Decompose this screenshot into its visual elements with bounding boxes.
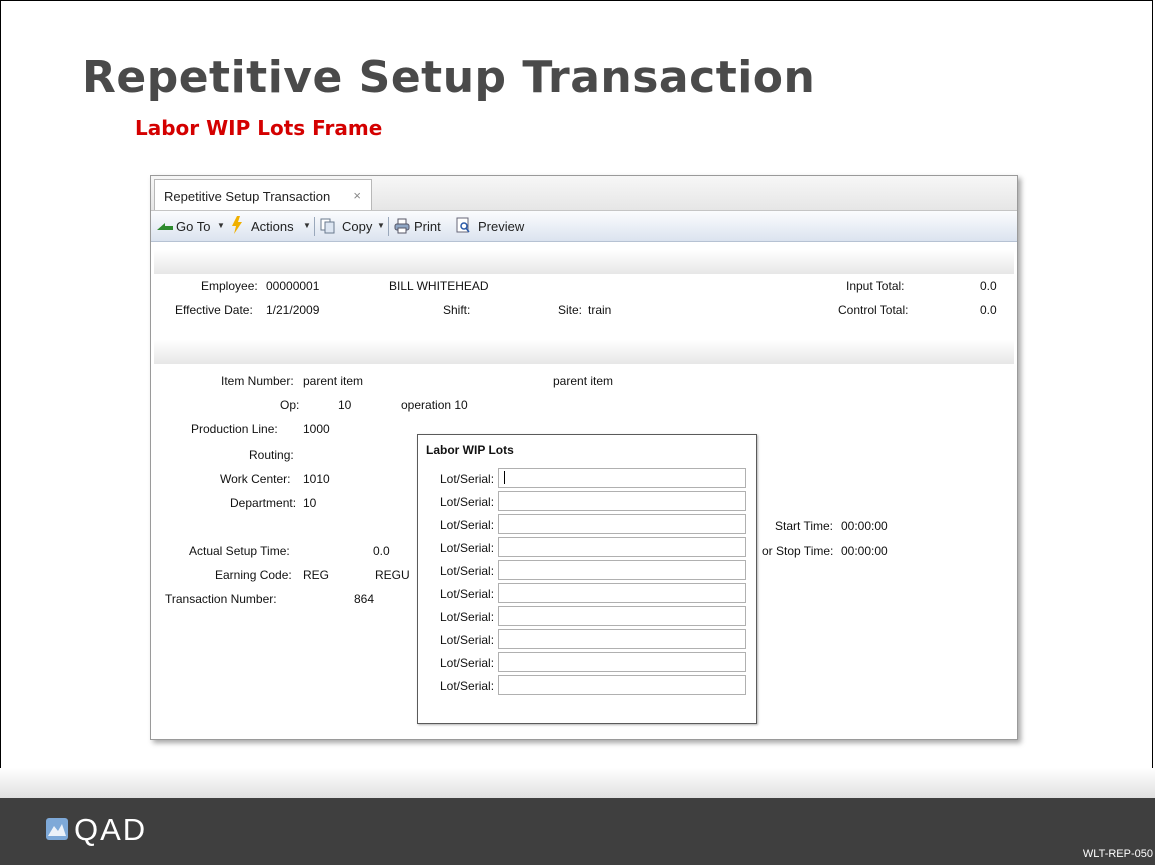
detail-band bbox=[154, 340, 1014, 364]
footer-fade bbox=[0, 768, 1155, 798]
lot-row: Lot/Serial: bbox=[418, 583, 756, 605]
lot-serial-input[interactable] bbox=[498, 652, 746, 672]
transaction-number-label: Transaction Number: bbox=[165, 592, 277, 606]
lot-serial-label: Lot/Serial: bbox=[440, 587, 495, 601]
header-band bbox=[154, 250, 1014, 274]
item-number-label: Item Number: bbox=[221, 374, 294, 388]
lot-serial-label: Lot/Serial: bbox=[440, 610, 495, 624]
input-total-label: Input Total: bbox=[846, 279, 905, 293]
lot-row: Lot/Serial: bbox=[418, 606, 756, 628]
production-line-label: Production Line: bbox=[191, 422, 278, 436]
preview-button[interactable]: Preview bbox=[478, 219, 524, 234]
copy-dropdown-icon[interactable]: ▼ bbox=[377, 221, 385, 230]
site-field[interactable]: train bbox=[588, 303, 611, 317]
transaction-number-value: 864 bbox=[354, 592, 375, 606]
lot-row: Lot/Serial: bbox=[418, 629, 756, 651]
earning-code-description: REGU bbox=[375, 568, 410, 582]
lot-serial-label: Lot/Serial: bbox=[440, 541, 495, 555]
employee-field[interactable]: 00000001 bbox=[266, 279, 319, 293]
employee-label: Employee: bbox=[201, 279, 258, 293]
work-center-field[interactable]: 1010 bbox=[303, 472, 330, 486]
lot-serial-label: Lot/Serial: bbox=[440, 495, 495, 509]
slide-footer bbox=[0, 798, 1155, 865]
goto-dropdown-icon[interactable]: ▼ bbox=[217, 221, 225, 230]
lot-serial-label: Lot/Serial: bbox=[440, 679, 495, 693]
close-icon[interactable]: × bbox=[353, 188, 361, 203]
input-total-value: 0.0 bbox=[980, 279, 997, 293]
slide-code: WLT-REP-050 bbox=[1082, 848, 1153, 860]
lot-row: Lot/Serial: bbox=[418, 652, 756, 674]
stop-time-field[interactable]: 00:00:00 bbox=[841, 544, 888, 558]
lot-serial-input[interactable] bbox=[498, 468, 746, 488]
lot-serial-input[interactable] bbox=[498, 675, 746, 695]
toolbar-separator bbox=[388, 217, 389, 236]
routing-label: Routing: bbox=[249, 448, 294, 462]
actions-menu[interactable]: Actions bbox=[251, 219, 294, 234]
lot-serial-input[interactable] bbox=[498, 514, 746, 534]
lot-serial-label: Lot/Serial: bbox=[440, 633, 495, 647]
slide-subtitle: Labor WIP Lots Frame bbox=[135, 116, 383, 140]
copy-menu[interactable]: Copy bbox=[342, 219, 372, 234]
stop-time-label: or Stop Time: bbox=[762, 544, 834, 558]
earning-code-field[interactable]: REG bbox=[303, 568, 329, 582]
item-description: parent item bbox=[553, 374, 614, 388]
production-line-field[interactable]: 1000 bbox=[303, 422, 330, 436]
app-window: Repetitive Setup Transaction × Go To ▼ A… bbox=[150, 175, 1018, 740]
lot-row: Lot/Serial: bbox=[418, 675, 756, 697]
toolbar: Go To ▼ Actions ▼ Copy ▼ Print Preview bbox=[151, 211, 1017, 242]
item-number-field[interactable]: parent item bbox=[303, 374, 363, 388]
lot-serial-input[interactable] bbox=[498, 560, 746, 580]
lot-serial-label: Lot/Serial: bbox=[440, 518, 495, 532]
employee-name: BILL WHITEHEAD bbox=[389, 279, 489, 293]
actual-setup-time-field[interactable]: 0.0 bbox=[373, 544, 390, 558]
shift-label: Shift: bbox=[443, 303, 471, 317]
qad-logo-icon bbox=[46, 818, 68, 840]
department-field[interactable]: 10 bbox=[303, 496, 316, 510]
labor-wip-lots-dialog: Labor WIP Lots Lot/Serial: Lot/Serial: L… bbox=[417, 434, 757, 724]
lot-serial-input[interactable] bbox=[498, 537, 746, 557]
lot-row: Lot/Serial: bbox=[418, 537, 756, 559]
goto-menu[interactable]: Go To bbox=[176, 219, 210, 234]
department-label: Department: bbox=[230, 496, 297, 510]
lot-serial-input[interactable] bbox=[498, 629, 746, 649]
lot-serial-input[interactable] bbox=[498, 583, 746, 603]
start-time-field[interactable]: 00:00:00 bbox=[841, 519, 888, 533]
preview-icon[interactable] bbox=[456, 217, 471, 234]
lot-serial-input[interactable] bbox=[498, 606, 746, 626]
control-total-value: 0.0 bbox=[980, 303, 997, 317]
dialog-title: Labor WIP Lots bbox=[426, 443, 514, 457]
print-button[interactable]: Print bbox=[414, 219, 441, 234]
tab-bar: Repetitive Setup Transaction × bbox=[151, 176, 1017, 211]
lot-serial-input[interactable] bbox=[498, 491, 746, 511]
tab-repetitive-setup[interactable]: Repetitive Setup Transaction × bbox=[154, 179, 372, 210]
control-total-label: Control Total: bbox=[838, 303, 909, 317]
lot-serial-label: Lot/Serial: bbox=[440, 656, 495, 670]
copy-icon[interactable] bbox=[320, 218, 336, 234]
start-time-label: Start Time: bbox=[775, 519, 834, 533]
text-cursor bbox=[504, 471, 505, 484]
lot-row: Lot/Serial: bbox=[418, 468, 756, 490]
goto-arrow-icon[interactable] bbox=[157, 221, 173, 231]
op-field[interactable]: 10 bbox=[338, 398, 351, 412]
lot-row: Lot/Serial: bbox=[418, 560, 756, 582]
lot-row: Lot/Serial: bbox=[418, 491, 756, 513]
print-icon[interactable] bbox=[394, 218, 410, 234]
qad-logo: QAD bbox=[74, 812, 148, 847]
lot-row: Lot/Serial: bbox=[418, 514, 756, 536]
toolbar-separator bbox=[314, 217, 315, 236]
effective-date-label: Effective Date: bbox=[175, 303, 253, 317]
lot-serial-label: Lot/Serial: bbox=[440, 472, 495, 486]
lot-serial-label: Lot/Serial: bbox=[440, 564, 495, 578]
actions-lightning-icon bbox=[232, 216, 242, 234]
slide-title: Repetitive Setup Transaction bbox=[82, 52, 816, 103]
actual-setup-time-label: Actual Setup Time: bbox=[189, 544, 290, 558]
tab-label: Repetitive Setup Transaction bbox=[164, 189, 331, 204]
op-label: Op: bbox=[280, 398, 300, 412]
site-label: Site: bbox=[558, 303, 583, 317]
effective-date-field[interactable]: 1/21/2009 bbox=[266, 303, 319, 317]
work-center-label: Work Center: bbox=[220, 472, 291, 486]
op-description: operation 10 bbox=[401, 398, 468, 412]
earning-code-label: Earning Code: bbox=[215, 568, 292, 582]
actions-dropdown-icon[interactable]: ▼ bbox=[303, 221, 311, 230]
